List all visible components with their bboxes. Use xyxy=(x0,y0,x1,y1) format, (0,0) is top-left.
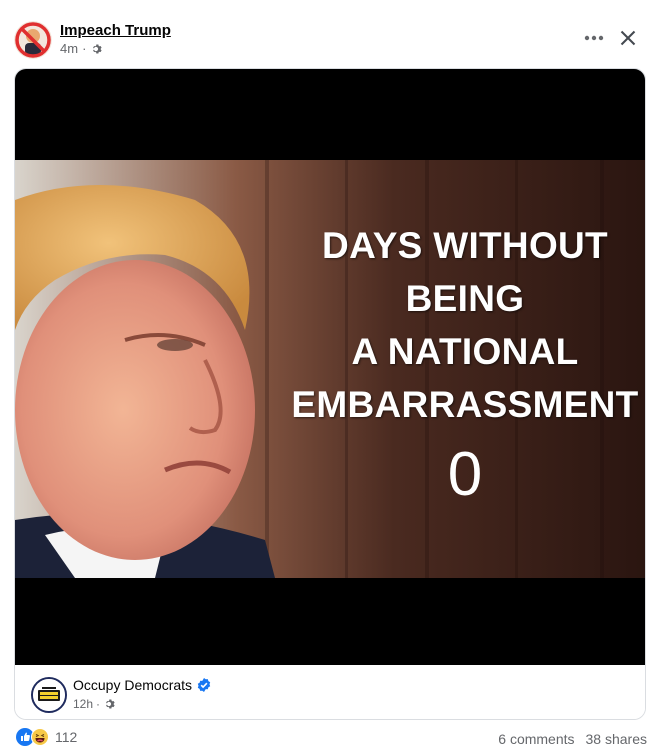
source-avatar[interactable] xyxy=(31,677,67,713)
comments-count-link[interactable]: 6 comments xyxy=(498,731,574,747)
shared-post[interactable]: DAYS WITHOUT BEING A NATIONAL EMBARRASSM… xyxy=(14,68,646,720)
post-header: Impeach Trump 4m · xyxy=(0,0,667,68)
meme-line: BEING xyxy=(405,278,525,319)
meta-separator: · xyxy=(82,41,87,56)
meme-count: 0 xyxy=(447,440,483,509)
post-card: Impeach Trump 4m · DAYS WITHOUT BEING A … xyxy=(0,0,667,750)
more-icon xyxy=(584,35,604,41)
meme-line: EMBARRASSMENT xyxy=(291,384,639,425)
post-time[interactable]: 4m xyxy=(60,41,78,56)
meta-separator: · xyxy=(96,697,101,711)
gear-icon xyxy=(93,44,103,53)
meme-line: A NATIONAL xyxy=(351,331,579,372)
meme-caption: DAYS WITHOUT BEING A NATIONAL EMBARRASSM… xyxy=(265,219,645,431)
post-image[interactable]: DAYS WITHOUT BEING A NATIONAL EMBARRASSM… xyxy=(15,69,645,665)
meme-line: DAYS WITHOUT xyxy=(322,225,608,266)
source-meta: 12h · xyxy=(73,697,115,711)
more-options-button[interactable] xyxy=(580,26,608,50)
post-meta: 4m · xyxy=(60,41,103,56)
shared-source: Occupy Democrats 12h · xyxy=(15,665,645,719)
reactions-summary[interactable]: 112 xyxy=(16,728,77,746)
close-icon xyxy=(620,30,636,46)
reaction-count: 112 xyxy=(55,729,78,745)
post-stats: 6 comments 38 shares xyxy=(498,731,647,747)
verified-icon xyxy=(197,678,211,692)
source-time[interactable]: 12h xyxy=(73,697,93,711)
shares-count-link[interactable]: 38 shares xyxy=(586,731,647,747)
haha-reaction-icon xyxy=(31,728,49,746)
page-name-link[interactable]: Impeach Trump xyxy=(60,22,171,39)
gear-icon xyxy=(106,699,115,709)
post-footer: 112 6 comments 38 shares xyxy=(0,724,667,750)
page-avatar[interactable] xyxy=(14,21,52,59)
source-name-link[interactable]: Occupy Democrats xyxy=(73,677,192,693)
close-button[interactable] xyxy=(614,24,642,52)
source-name-row: Occupy Democrats xyxy=(73,677,211,693)
